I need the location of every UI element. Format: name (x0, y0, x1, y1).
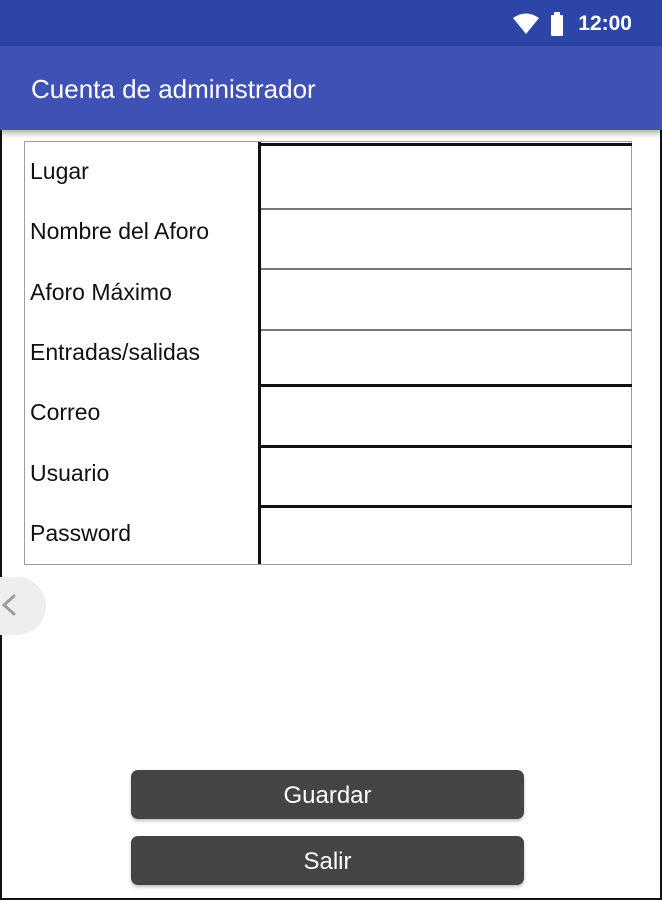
page-title: Cuenta de administrador (31, 74, 316, 104)
label-entradas-salidas: Entradas/salidas (30, 339, 201, 365)
exit-button[interactable]: Salir (131, 836, 524, 885)
status-bar: 12:00 (0, 0, 662, 46)
input-column (258, 142, 632, 564)
app-bar: Cuenta de administrador (0, 46, 662, 130)
label-correo: Correo (30, 399, 101, 425)
status-icons: 12:00 (512, 11, 632, 37)
battery-icon (550, 12, 564, 36)
lugar-field[interactable] (261, 146, 632, 208)
aforo-maximo-field[interactable] (261, 270, 632, 329)
admin-account-form: Lugar Nombre del Aforo Aforo Máximo Entr… (24, 141, 632, 565)
password-field[interactable] (261, 508, 632, 564)
nombre-del-aforo-field[interactable] (261, 210, 632, 268)
chevron-left-icon (1, 594, 16, 616)
status-clock: 12:00 (578, 12, 632, 35)
label-aforo-maximo: Aforo Máximo (30, 279, 172, 305)
usuario-field[interactable] (261, 448, 632, 505)
wifi-icon (512, 13, 540, 35)
entradas-salidas-field[interactable] (261, 331, 632, 384)
label-usuario: Usuario (30, 460, 110, 486)
label-password: Password (30, 520, 131, 546)
label-nombre-del-aforo: Nombre del Aforo (30, 218, 209, 244)
label-lugar: Lugar (30, 158, 89, 184)
correo-field[interactable] (261, 387, 632, 445)
save-button[interactable]: Guardar (131, 770, 524, 819)
